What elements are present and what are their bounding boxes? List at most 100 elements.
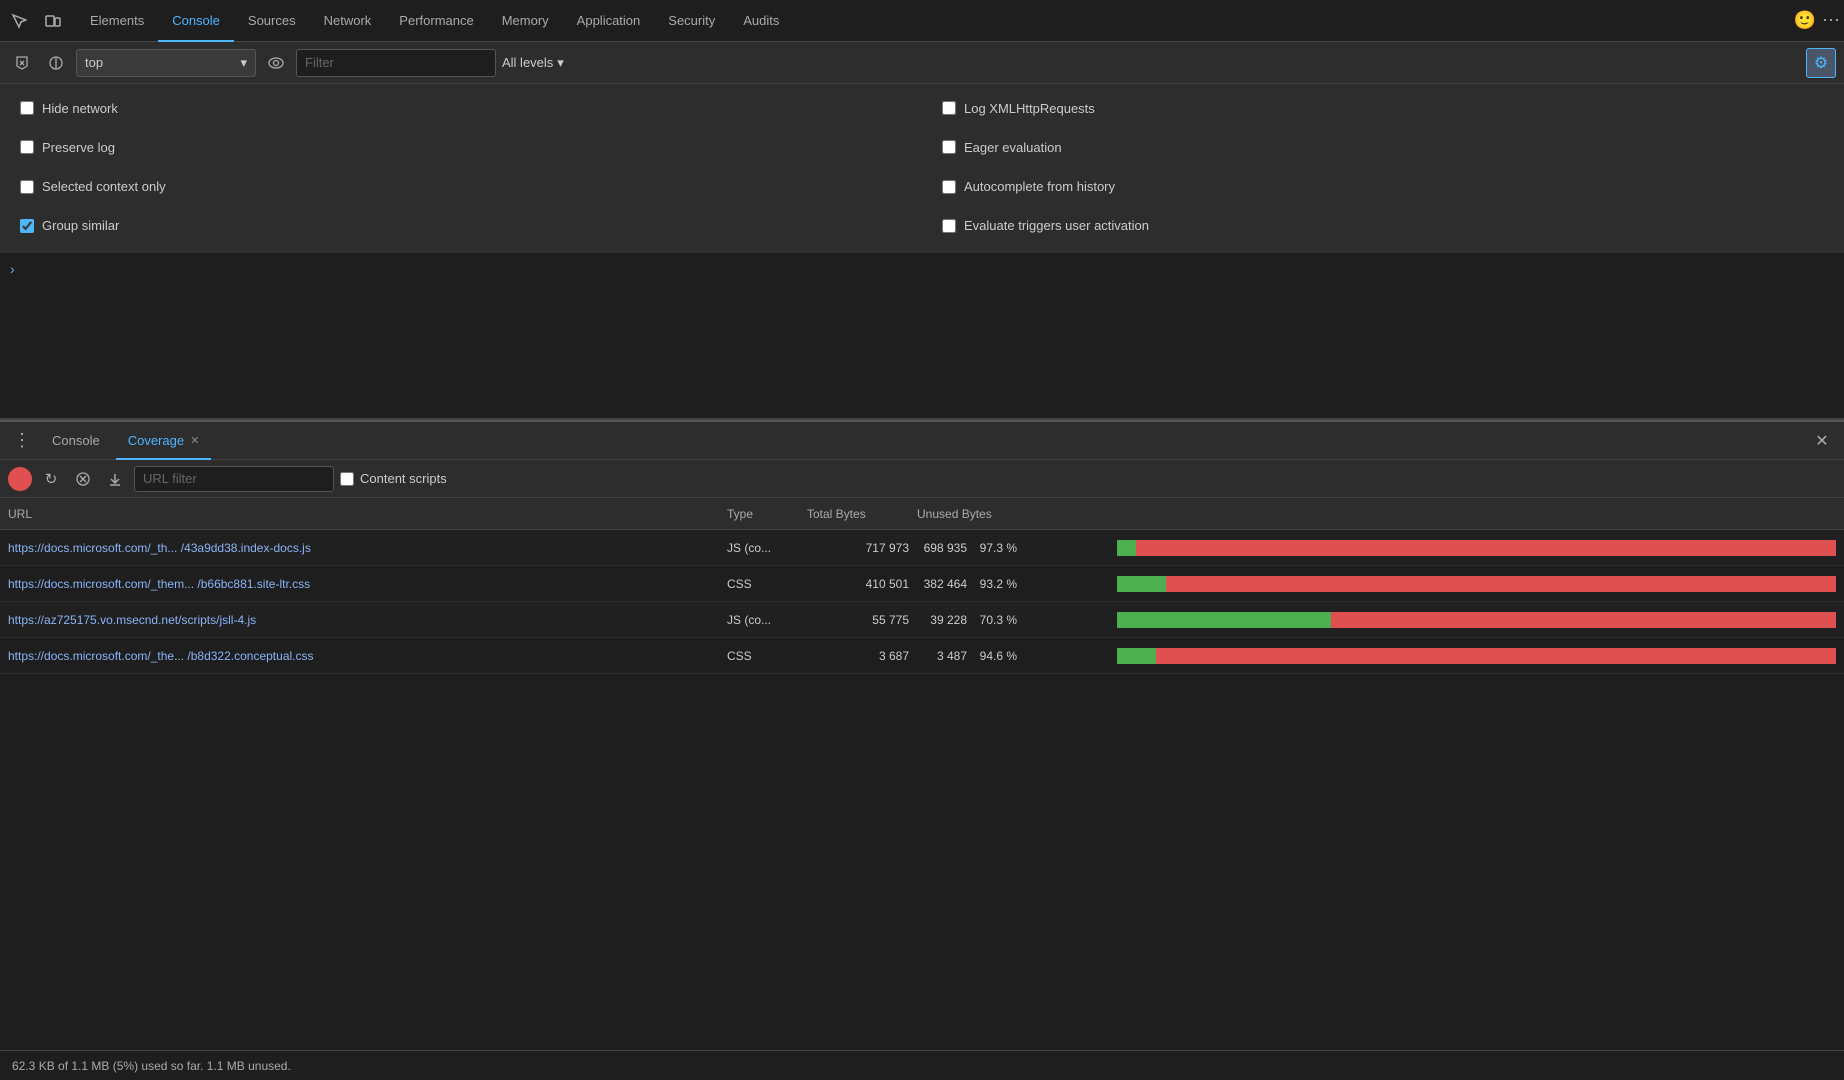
row-4-type: CSS	[727, 649, 807, 663]
row-4-unused: 3 487 94.6 %	[917, 649, 1117, 663]
row-3-total: 55 775	[807, 613, 917, 627]
tab-network[interactable]: Network	[310, 0, 386, 42]
tab-audits[interactable]: Audits	[729, 0, 793, 42]
selected-context-label: Selected context only	[42, 179, 166, 194]
coverage-table: URL Type Total Bytes Unused Bytes https:…	[0, 498, 1844, 1050]
row-2-unused: 382 464 93.2 %	[917, 577, 1117, 591]
log-xmlhttp-checkbox[interactable]	[942, 101, 956, 115]
settings-gear-button[interactable]: ⚙	[1806, 48, 1836, 78]
group-similar-checkbox[interactable]	[20, 219, 34, 233]
content-scripts-checkbox[interactable]	[340, 472, 354, 486]
tab-elements[interactable]: Elements	[76, 0, 158, 42]
row-3-bar	[1117, 612, 1836, 628]
preserve-log-label: Preserve log	[42, 140, 115, 155]
row-4-bar	[1117, 648, 1836, 664]
selected-context-checkbox[interactable]	[20, 180, 34, 194]
table-row[interactable]: https://docs.microsoft.com/_them... /b66…	[0, 566, 1844, 602]
row-3-type: JS (co...	[727, 613, 807, 627]
drawer-menu-icon[interactable]: ⋮	[8, 427, 36, 455]
record-button[interactable]	[8, 467, 32, 491]
tab-memory[interactable]: Memory	[488, 0, 563, 42]
group-similar-setting[interactable]: Group similar	[20, 212, 902, 240]
drawer-tab-bar: ⋮ Console Coverage ✕ ✕	[0, 422, 1844, 460]
drawer-close-button[interactable]: ✕	[1808, 427, 1836, 455]
main-tab-bar: Elements Console Sources Network Perform…	[0, 0, 1844, 42]
table-row[interactable]: https://az725175.vo.msecnd.net/scripts/j…	[0, 602, 1844, 638]
row-3-url[interactable]: https://az725175.vo.msecnd.net/scripts/j…	[8, 613, 727, 627]
row-1-bar	[1117, 540, 1836, 556]
tab-performance[interactable]: Performance	[385, 0, 487, 42]
evaluate-triggers-checkbox[interactable]	[942, 219, 956, 233]
clear-coverage-button[interactable]	[70, 466, 96, 492]
hide-network-checkbox[interactable]	[20, 101, 34, 115]
preserve-log-checkbox[interactable]	[20, 140, 34, 154]
feedback-icon[interactable]: 🙂	[1794, 10, 1816, 31]
clear-console-button[interactable]	[8, 49, 36, 77]
status-bar: 62.3 KB of 1.1 MB (5%) used so far. 1.1 …	[0, 1050, 1844, 1080]
more-options-icon[interactable]: ⋯	[1822, 10, 1840, 31]
autocomplete-setting[interactable]: Autocomplete from history	[942, 173, 1824, 201]
evaluate-triggers-setting[interactable]: Evaluate triggers user activation	[942, 212, 1824, 240]
refresh-button[interactable]: ↻	[38, 466, 64, 492]
header-unused-bytes: Unused Bytes	[917, 507, 1117, 521]
row-2-type: CSS	[727, 577, 807, 591]
row-2-url[interactable]: https://docs.microsoft.com/_them... /b66…	[8, 577, 727, 591]
row-1-type: JS (co...	[727, 541, 807, 555]
row-1-unused: 698 935 97.3 %	[917, 541, 1117, 555]
device-toggle-icon[interactable]	[38, 6, 68, 36]
status-text: 62.3 KB of 1.1 MB (5%) used so far. 1.1 …	[12, 1059, 291, 1073]
context-selector[interactable]: top ▾	[76, 49, 256, 77]
context-dropdown-arrow: ▾	[240, 55, 247, 71]
eager-eval-checkbox[interactable]	[942, 140, 956, 154]
console-settings-panel: Hide network Log XMLHttpRequests Preserv…	[0, 84, 1844, 253]
row-2-total: 410 501	[807, 577, 917, 591]
drawer-tab-coverage[interactable]: Coverage ✕	[116, 422, 212, 460]
tab-console[interactable]: Console	[158, 0, 234, 42]
evaluate-triggers-label: Evaluate triggers user activation	[964, 218, 1149, 233]
coverage-toolbar: ↻ Content scripts	[0, 460, 1844, 498]
row-3-unused: 39 228 70.3 %	[917, 613, 1117, 627]
row-4-url[interactable]: https://docs.microsoft.com/_the... /b8d3…	[8, 649, 727, 663]
table-row[interactable]: https://docs.microsoft.com/_the... /b8d3…	[0, 638, 1844, 674]
group-similar-label: Group similar	[42, 218, 119, 233]
header-type: Type	[727, 507, 807, 521]
tab-bar-right: 🙂 ⋯	[1794, 10, 1840, 31]
levels-arrow-icon: ▾	[557, 55, 564, 71]
autocomplete-checkbox[interactable]	[942, 180, 956, 194]
preserve-log-setting[interactable]: Preserve log	[20, 133, 902, 161]
tab-application[interactable]: Application	[563, 0, 655, 42]
log-xmlhttp-setting[interactable]: Log XMLHttpRequests	[942, 94, 1824, 122]
log-xmlhttp-label: Log XMLHttpRequests	[964, 101, 1095, 116]
prompt-arrow: ›	[10, 261, 15, 277]
devtools-icons	[4, 6, 68, 36]
tab-security[interactable]: Security	[654, 0, 729, 42]
hide-network-setting[interactable]: Hide network	[20, 94, 902, 122]
hide-network-label: Hide network	[42, 101, 118, 116]
inspect-icon[interactable]	[4, 6, 34, 36]
header-total-bytes: Total Bytes	[807, 507, 917, 521]
eye-icon-button[interactable]	[262, 49, 290, 77]
row-2-bar	[1117, 576, 1836, 592]
url-filter-input[interactable]	[134, 466, 334, 492]
drawer-panel: ⋮ Console Coverage ✕ ✕ ↻	[0, 420, 1844, 1080]
table-header-row: URL Type Total Bytes Unused Bytes	[0, 498, 1844, 530]
tab-sources[interactable]: Sources	[234, 0, 310, 42]
console-output-area[interactable]: ›	[0, 253, 1844, 418]
eager-eval-setting[interactable]: Eager evaluation	[942, 133, 1824, 161]
drawer-tab-console[interactable]: Console	[40, 422, 112, 460]
selected-context-setting[interactable]: Selected context only	[20, 173, 902, 201]
autocomplete-label: Autocomplete from history	[964, 179, 1115, 194]
content-scripts-setting[interactable]: Content scripts	[340, 471, 447, 486]
coverage-tab-close[interactable]: ✕	[190, 434, 199, 447]
top-panel: Elements Console Sources Network Perform…	[0, 0, 1844, 420]
eager-eval-label: Eager evaluation	[964, 140, 1062, 155]
row-1-url[interactable]: https://docs.microsoft.com/_th... /43a9d…	[8, 541, 727, 555]
filter-input[interactable]	[296, 49, 496, 77]
table-row[interactable]: https://docs.microsoft.com/_th... /43a9d…	[0, 530, 1844, 566]
console-prompt[interactable]: ›	[10, 261, 1834, 277]
stop-recording-button[interactable]	[42, 49, 70, 77]
content-scripts-label: Content scripts	[360, 471, 447, 486]
levels-dropdown[interactable]: All levels ▾	[502, 55, 564, 71]
download-button[interactable]	[102, 466, 128, 492]
row-4-total: 3 687	[807, 649, 917, 663]
